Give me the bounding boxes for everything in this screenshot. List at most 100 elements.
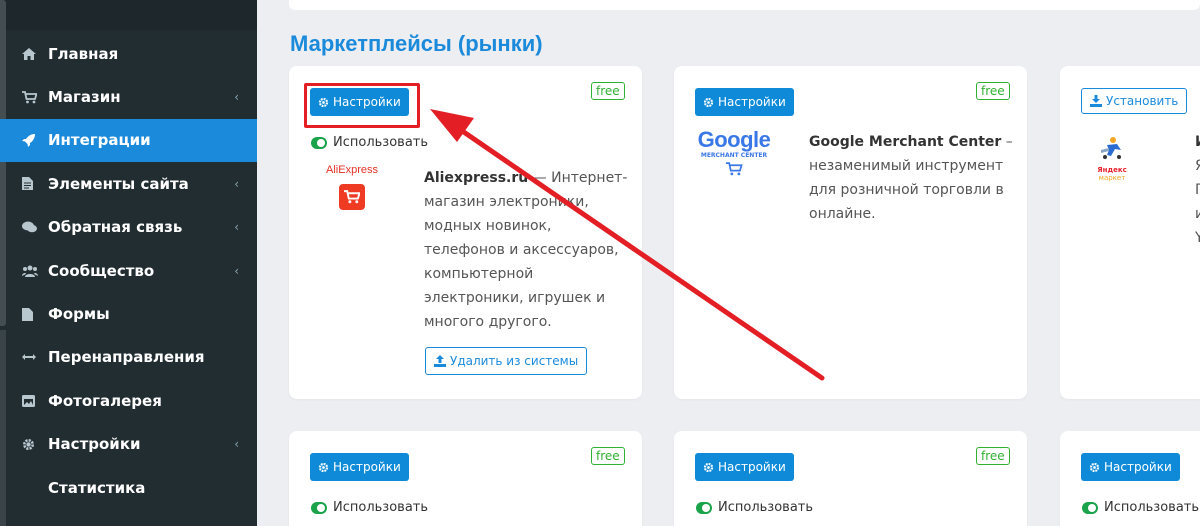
free-badge: free: [591, 447, 625, 465]
sidebar-item-settings[interactable]: Настройки ‹: [0, 423, 257, 466]
yandex-courier-icon: [1101, 137, 1121, 159]
section-title: Маркетплейсы (рынки): [290, 31, 543, 56]
use-toggle-label: Использовать: [333, 500, 429, 515]
sidebar-item-statistics[interactable]: Статистика: [0, 466, 257, 509]
sidebar-item-feedback[interactable]: Обратная связь ‹: [0, 206, 257, 249]
settings-button[interactable]: Настройки: [695, 88, 794, 116]
sidebar-item-integrations[interactable]: Интеграции: [0, 118, 257, 163]
remove-button-label: Удалить из системы: [450, 354, 579, 368]
integration-card-google-merchant: free Настройки Google MERCHANT CENTER Go…: [674, 66, 1027, 399]
chevron-left-icon: ‹: [234, 437, 239, 452]
sidebar-item-home[interactable]: Главная: [0, 32, 257, 75]
free-badge: free: [976, 82, 1010, 100]
sidebar-item-label: Сообщество: [48, 261, 155, 280]
install-button[interactable]: Установить: [1081, 88, 1188, 114]
integration-card: free Настройки Использовать: [674, 431, 1027, 526]
gear-icon: [22, 438, 48, 451]
desc-line: Г: [1195, 182, 1200, 198]
sidebar-item-community[interactable]: Сообщество ‹: [0, 249, 257, 292]
integration-card: Настройки Использовать: [1060, 431, 1200, 526]
integration-card-yandex-market: Установить Яндекс маркет И Я Г и Y: [1060, 66, 1200, 399]
chevron-left-icon: ‹: [234, 176, 239, 191]
sidebar-item-gallery[interactable]: Фотогалерея: [0, 379, 257, 422]
google-logo-text: Google: [697, 127, 771, 152]
sidebar: Главная Магазин ‹ Интеграции Элементы са…: [0, 0, 257, 526]
form-icon: [22, 307, 48, 321]
remove-from-system-button[interactable]: Удалить из системы: [425, 347, 588, 375]
free-badge: free: [976, 447, 1010, 465]
users-icon: [22, 265, 48, 277]
chevron-left-icon: ‹: [234, 90, 239, 105]
sidebar-item-label: Перенаправления: [48, 348, 205, 367]
yandex-logo-line: Яндекс маркет: [1088, 166, 1136, 182]
desc-line: Y: [1195, 230, 1200, 246]
merchant-center-text: MERCHANT CENTER: [700, 152, 768, 159]
settings-button-label: Настройки: [1104, 460, 1172, 474]
use-toggle-label: Использовать: [333, 135, 429, 150]
card-title: И: [1195, 134, 1200, 150]
annotation-highlight-box: [304, 83, 420, 128]
sidebar-menu: Главная Магазин ‹ Интеграции Элементы са…: [0, 32, 257, 509]
sidebar-item-label: Обратная связь: [48, 218, 183, 237]
use-toggle-label: Использовать: [1104, 500, 1200, 515]
download-icon: [1090, 95, 1102, 107]
aliexpress-cart-icon: [339, 184, 365, 210]
card-description-text: — Интернет-магазин электроники, модных н…: [424, 170, 628, 330]
google-cart-icon: [725, 161, 743, 180]
toggle-on-icon: [311, 501, 327, 514]
integration-card: free Настройки Использовать: [289, 431, 642, 526]
chevron-left-icon: ‹: [234, 263, 239, 278]
sidebar-top-strip: [0, 0, 257, 30]
use-toggle[interactable]: Использовать: [311, 135, 428, 150]
card-title: Google Merchant Center: [809, 134, 1002, 150]
yandex-logo-text: Яндекс: [1097, 166, 1127, 174]
image-icon: [22, 394, 48, 407]
rocket-icon: [22, 133, 48, 148]
market-logo-text: маркет: [1098, 174, 1126, 182]
sidebar-item-label: Настройки: [48, 435, 141, 454]
card-description: Google Merchant Center – незаменимый инс…: [809, 130, 1019, 226]
chevron-left-icon: ‹: [234, 220, 239, 235]
aliexpress-logo: AliExpress: [321, 164, 383, 210]
desc-line: и: [1195, 206, 1200, 222]
cart-icon: [22, 90, 48, 104]
card-description: И Я Г и Y: [1195, 130, 1200, 250]
sidebar-item-label: Формы: [48, 305, 110, 324]
comments-icon: [22, 221, 48, 233]
gear-icon: [703, 97, 714, 107]
sidebar-item-label: Главная: [48, 44, 119, 63]
upload-icon: [434, 355, 446, 367]
google-merchant-logo: Google MERCHANT CENTER: [696, 129, 772, 180]
sidebar-item-label: Магазин: [48, 88, 121, 107]
settings-button-label: Настройки: [333, 460, 401, 474]
sidebar-item-forms[interactable]: Формы: [0, 292, 257, 335]
settings-button[interactable]: Настройки: [1081, 453, 1180, 481]
home-icon: [22, 47, 48, 60]
sidebar-item-site-elements[interactable]: Элементы сайта ‹: [0, 162, 257, 205]
aliexpress-logo-text: AliExpress: [326, 164, 378, 176]
yandex-market-logo: Яндекс маркет: [1088, 136, 1136, 182]
gear-icon: [318, 462, 329, 472]
card-description: Aliexpress.ru — Интернет-магазин электро…: [424, 166, 634, 334]
sidebar-item-shop[interactable]: Магазин ‹: [0, 75, 257, 118]
gear-icon: [703, 462, 714, 472]
sidebar-item-label: Статистика: [48, 478, 146, 497]
file-icon: [22, 177, 48, 191]
toggle-on-icon: [696, 501, 712, 514]
arrows-icon: [22, 353, 48, 361]
toggle-on-icon: [1082, 501, 1098, 514]
settings-button-label: Настройки: [718, 95, 786, 109]
top-panel-edge: [289, 0, 1200, 10]
use-toggle[interactable]: Использовать: [311, 500, 428, 515]
card-title: Aliexpress.ru: [424, 170, 529, 186]
use-toggle[interactable]: Использовать: [696, 500, 813, 515]
sidebar-item-label: Интеграции: [48, 131, 151, 150]
sidebar-item-redirects[interactable]: Перенаправления: [0, 336, 257, 379]
desc-line: Я: [1195, 158, 1200, 174]
use-toggle[interactable]: Использовать: [1082, 500, 1199, 515]
settings-button-label: Настройки: [718, 460, 786, 474]
free-badge: free: [591, 82, 625, 100]
toggle-on-icon: [311, 136, 327, 149]
settings-button[interactable]: Настройки: [695, 453, 794, 481]
settings-button[interactable]: Настройки: [310, 453, 409, 481]
